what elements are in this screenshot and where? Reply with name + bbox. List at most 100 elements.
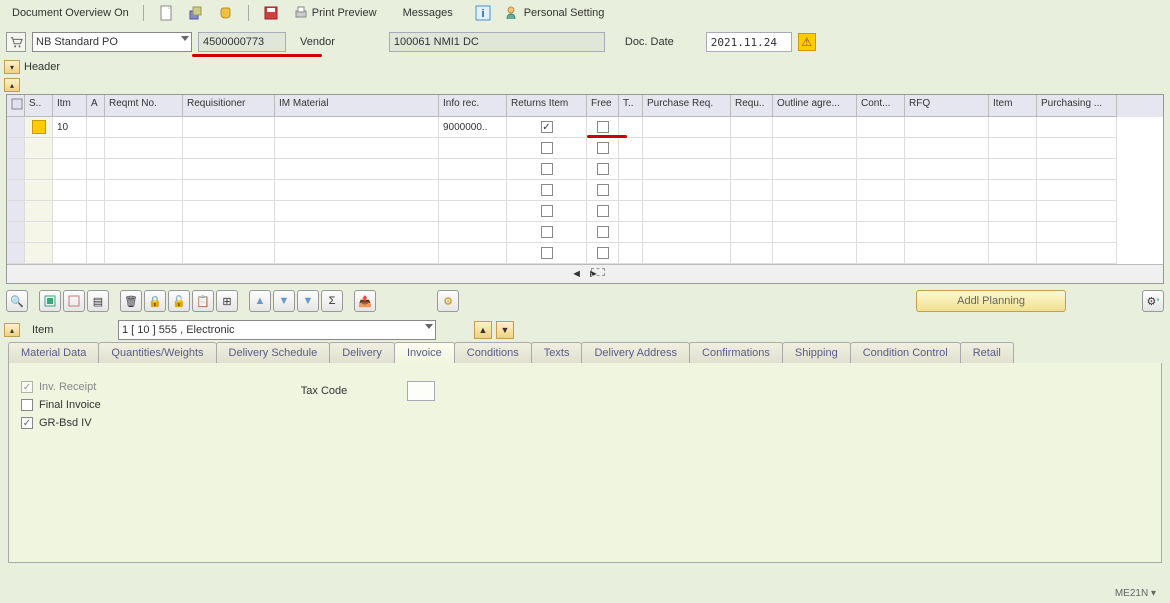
final-invoice-checkbox[interactable] (21, 399, 33, 411)
cell[interactable] (507, 138, 587, 159)
deselect-button[interactable] (63, 290, 85, 312)
cell[interactable] (53, 138, 87, 159)
grid-horizontal-scroll[interactable]: ◄► (7, 264, 1163, 283)
cell[interactable] (1037, 243, 1117, 264)
cell[interactable] (507, 201, 587, 222)
cell[interactable] (105, 117, 183, 138)
cell[interactable] (275, 138, 439, 159)
cell[interactable] (275, 180, 439, 201)
cell[interactable] (857, 222, 905, 243)
cell[interactable] (857, 243, 905, 264)
cell[interactable] (507, 222, 587, 243)
free-checkbox[interactable] (597, 163, 609, 175)
free-checkbox[interactable] (597, 205, 609, 217)
inv-receipt-checkbox[interactable] (21, 381, 33, 393)
cell[interactable] (619, 138, 643, 159)
cell[interactable] (439, 201, 507, 222)
column-header[interactable]: Cont... (857, 95, 905, 117)
item-overview-expand-button[interactable]: ▴ (4, 78, 20, 92)
hold-icon[interactable] (214, 3, 238, 23)
cell[interactable] (87, 180, 105, 201)
cell[interactable] (857, 117, 905, 138)
warning-icon[interactable] (798, 33, 816, 51)
cell[interactable] (275, 159, 439, 180)
table-row[interactable] (7, 201, 1163, 222)
cell[interactable] (105, 138, 183, 159)
cell[interactable]: 10 (53, 117, 87, 138)
column-header[interactable]: IM Material (275, 95, 439, 117)
cell[interactable] (731, 117, 773, 138)
free-checkbox[interactable] (597, 142, 609, 154)
cell[interactable] (773, 117, 857, 138)
returns-checkbox[interactable] (541, 205, 553, 217)
cell[interactable] (507, 159, 587, 180)
column-header[interactable]: A (87, 95, 105, 117)
cell[interactable] (1037, 117, 1117, 138)
select-all-corner[interactable] (7, 95, 25, 117)
cell[interactable] (105, 222, 183, 243)
cell[interactable] (105, 159, 183, 180)
tab-delivery-address[interactable]: Delivery Address (581, 342, 690, 363)
cell[interactable] (619, 222, 643, 243)
column-header[interactable]: Itm (53, 95, 87, 117)
cell[interactable] (619, 180, 643, 201)
vendor-field[interactable]: 100061 NMI1 DC (389, 32, 605, 52)
cell[interactable] (25, 180, 53, 201)
addl-planning-button[interactable]: Addl Planning (916, 290, 1066, 312)
lock-button[interactable]: 🔒 (144, 290, 166, 312)
table-row[interactable] (7, 180, 1163, 201)
cell[interactable] (53, 159, 87, 180)
cell[interactable] (619, 159, 643, 180)
cell[interactable] (87, 243, 105, 264)
cell[interactable] (619, 201, 643, 222)
cell[interactable] (905, 159, 989, 180)
cell[interactable] (731, 159, 773, 180)
cell[interactable] (183, 243, 275, 264)
cell[interactable] (1037, 222, 1117, 243)
cell[interactable] (439, 180, 507, 201)
cell[interactable] (905, 243, 989, 264)
unlock-button[interactable]: 🔓 (168, 290, 190, 312)
cell[interactable] (773, 159, 857, 180)
cell[interactable] (587, 222, 619, 243)
tab-shipping[interactable]: Shipping (782, 342, 851, 363)
cell[interactable] (587, 138, 619, 159)
cell[interactable] (507, 243, 587, 264)
cell[interactable] (105, 201, 183, 222)
row-selector[interactable] (7, 222, 25, 243)
table-row[interactable] (7, 159, 1163, 180)
cell[interactable] (587, 180, 619, 201)
cell[interactable] (105, 243, 183, 264)
cell[interactable] (773, 180, 857, 201)
cell[interactable] (25, 159, 53, 180)
cell[interactable] (87, 159, 105, 180)
tab-confirmations[interactable]: Confirmations (689, 342, 783, 363)
cell[interactable] (773, 243, 857, 264)
po-number-field[interactable]: 4500000773 (198, 32, 286, 52)
cell[interactable] (905, 201, 989, 222)
po-type-dropdown[interactable]: NB Standard PO (32, 32, 192, 52)
tab-conditions[interactable]: Conditions (454, 342, 532, 363)
cell[interactable] (53, 222, 87, 243)
cell[interactable] (643, 117, 731, 138)
column-header[interactable]: Reqmt No. (105, 95, 183, 117)
column-header[interactable]: T.. (619, 95, 643, 117)
column-header[interactable]: Purchase Req. (643, 95, 731, 117)
cell[interactable] (53, 180, 87, 201)
row-selector[interactable] (7, 117, 25, 138)
row-selector[interactable] (7, 159, 25, 180)
cell[interactable] (1037, 180, 1117, 201)
cell[interactable] (857, 138, 905, 159)
cell[interactable] (989, 117, 1037, 138)
cell[interactable] (587, 243, 619, 264)
column-header[interactable]: Info rec. (439, 95, 507, 117)
item-next-button[interactable]: ▼ (496, 321, 514, 339)
cell[interactable] (439, 243, 507, 264)
table-row[interactable]: 109000000.. (7, 117, 1163, 138)
cell[interactable] (619, 243, 643, 264)
free-checkbox[interactable] (597, 247, 609, 259)
personal-setting-button[interactable]: Personal Setting (501, 3, 609, 23)
tab-invoice[interactable]: Invoice (394, 342, 455, 363)
cell[interactable] (25, 138, 53, 159)
cell[interactable] (439, 138, 507, 159)
